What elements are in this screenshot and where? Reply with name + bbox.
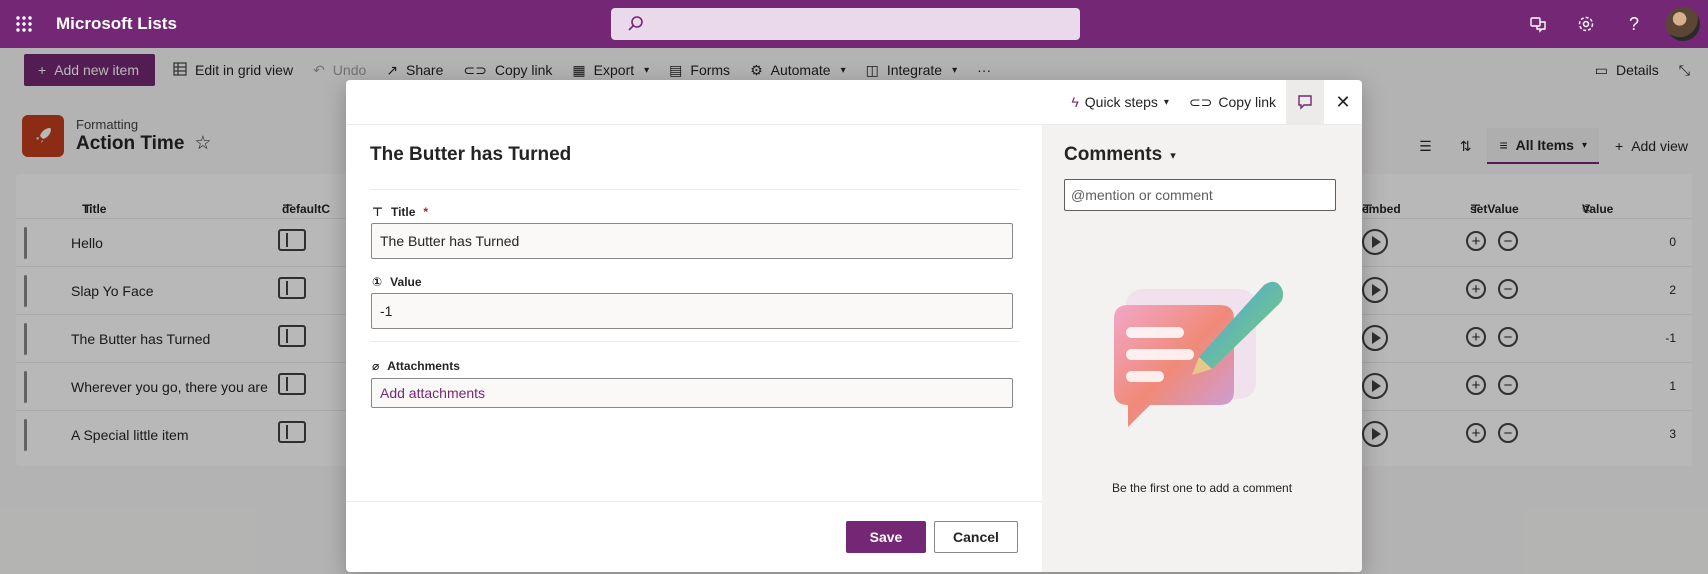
value-label-text: Value (390, 275, 422, 289)
comments-illustration-icon (1104, 265, 1294, 458)
edit-item-dialog: ϟ Quick steps ▾ ⊂⊃ Copy link ✕ The Butte… (346, 80, 1362, 572)
quick-steps-button[interactable]: ϟ Quick steps ▾ (1061, 80, 1179, 124)
text-column-icon: ⊤ (372, 205, 383, 219)
title-field[interactable]: The Butter has Turned (371, 223, 1013, 259)
comment-input[interactable]: @mention or comment (1064, 179, 1336, 211)
search-input[interactable] (611, 8, 1080, 40)
dialog-copy-link-label: Copy link (1218, 94, 1276, 110)
value-field-label: ① Value (372, 275, 422, 289)
add-attachments-button[interactable]: Add attachments (371, 378, 1013, 408)
share-feedback-icon[interactable] (1514, 0, 1562, 48)
comments-title: Comments (1064, 144, 1163, 165)
app-name[interactable]: Microsoft Lists (56, 14, 177, 34)
search-icon (627, 15, 645, 36)
close-icon[interactable]: ✕ (1324, 80, 1362, 124)
form-pane: The Butter has Turned ⊤ Title * The Butte… (346, 125, 1042, 572)
comments-toggle-icon[interactable] (1286, 80, 1324, 124)
avatar[interactable] (1666, 7, 1700, 41)
title-field-label: ⊤ Title * (372, 205, 428, 219)
suite-bar: Microsoft Lists ? (0, 0, 1708, 48)
dialog-toolbar: ϟ Quick steps ▾ ⊂⊃ Copy link ✕ (346, 80, 1362, 125)
quick-steps-label: Quick steps (1084, 94, 1158, 110)
title-label-text: Title (390, 205, 416, 219)
attachments-label-text: Attachments (387, 359, 460, 373)
app-launcher-icon[interactable] (0, 0, 48, 48)
dialog-copy-link-button[interactable]: ⊂⊃ Copy link (1179, 80, 1286, 124)
dialog-footer: Save Cancel (346, 501, 1042, 572)
divider (370, 189, 1020, 190)
save-button[interactable]: Save (846, 521, 926, 553)
help-icon[interactable]: ? (1610, 0, 1658, 48)
attachments-label: ⌀ Attachments (372, 359, 460, 373)
form-heading: The Butter has Turned (370, 144, 572, 165)
divider (370, 341, 1020, 342)
link-icon: ⊂⊃ (1188, 93, 1213, 110)
comments-heading[interactable]: Comments ▾ (1064, 144, 1176, 166)
value-field[interactable]: -1 (371, 293, 1013, 329)
comments-empty-text: Be the first one to add a comment (1111, 481, 1293, 495)
number-column-icon: ① (372, 275, 383, 289)
lightning-icon: ϟ (1071, 94, 1079, 110)
required-marker: * (423, 205, 429, 219)
comments-pane: Comments ▾ @mention or comment Be the fi… (1042, 125, 1362, 572)
chevron-down-icon: ▾ (1163, 96, 1169, 108)
chevron-down-icon: ▾ (1170, 149, 1176, 162)
cancel-button[interactable]: Cancel (934, 521, 1018, 553)
settings-icon[interactable] (1562, 0, 1610, 48)
paperclip-icon: ⌀ (372, 359, 380, 373)
